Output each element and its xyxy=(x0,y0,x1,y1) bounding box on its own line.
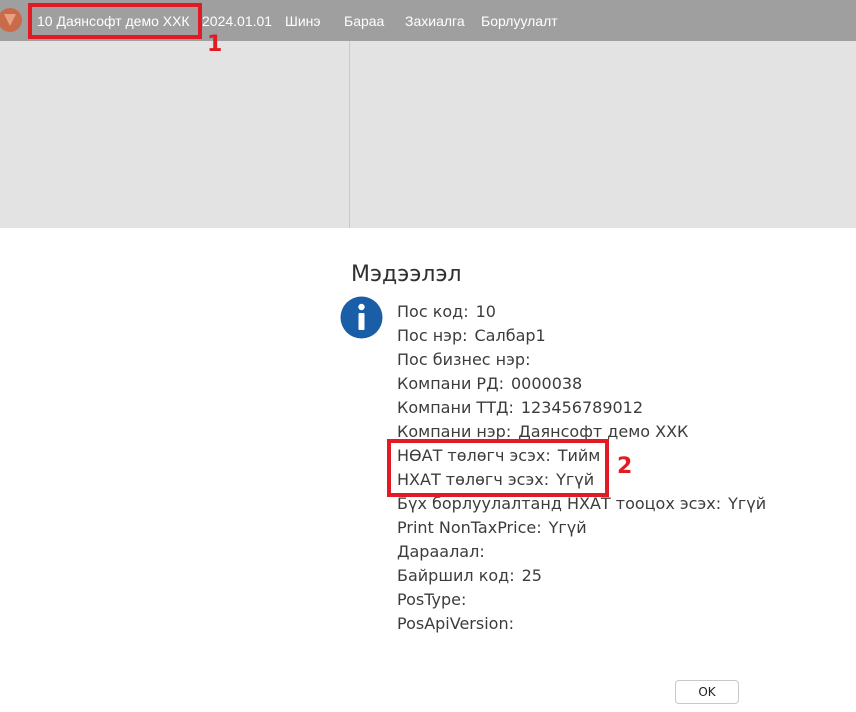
info-label: PosType: xyxy=(397,590,467,609)
menu-item-goods[interactable]: Бараа xyxy=(344,13,384,29)
info-row-company-reg: Компани РД: 0000038 xyxy=(397,374,766,398)
info-value: 25 xyxy=(521,566,542,585)
info-row-pos-business-name: Пос бизнес нэр: xyxy=(397,350,766,374)
info-label: Пос нэр: xyxy=(397,326,468,345)
info-value: Үгүй xyxy=(728,494,767,513)
info-label: Компани РД: xyxy=(397,374,504,393)
annotation-marker-1: 1 xyxy=(207,32,223,57)
menu-item-new[interactable]: Шинэ xyxy=(285,13,321,29)
current-date: 2024.01.01 xyxy=(202,13,273,29)
info-value: Үгүй xyxy=(548,518,587,537)
info-row-pos-code: Пос код: 10 xyxy=(397,302,766,326)
info-icon xyxy=(340,296,383,339)
info-label: Дараалал: xyxy=(397,542,485,561)
info-label: Пос бизнес нэр: xyxy=(397,350,531,369)
ok-button[interactable]: OK xyxy=(675,680,739,704)
info-row-pos-type: PosType: xyxy=(397,590,766,614)
annotation-box-1 xyxy=(28,3,202,39)
info-label: Пос код: xyxy=(397,302,469,321)
info-row-city-tax-all-sales: Бүх борлуулалтанд НХАТ тооцох эсэх: Үгүй xyxy=(397,494,766,518)
info-row-pos-name: Пос нэр: Салбар1 xyxy=(397,326,766,350)
info-row-print-nontax-price: Print NonTaxPrice: Үгүй xyxy=(397,518,766,542)
left-panel xyxy=(0,41,349,228)
info-label: PosApiVersion: xyxy=(397,614,514,633)
info-row-sequence: Дараалал: xyxy=(397,542,766,566)
right-panel xyxy=(350,41,856,228)
info-value: 0000038 xyxy=(510,374,583,393)
info-value: 123456789012 xyxy=(520,398,644,417)
info-value: Салбар1 xyxy=(474,326,546,345)
annotation-box-2 xyxy=(387,439,609,497)
info-label: Print NonTaxPrice: xyxy=(397,518,542,537)
dialog-title: Мэдээлэл xyxy=(351,261,462,287)
menu-item-orders[interactable]: Захиалга xyxy=(405,13,465,29)
info-row-pos-api-version: PosApiVersion: xyxy=(397,614,766,638)
info-label: Компани ТТД: xyxy=(397,398,514,417)
info-value: 10 xyxy=(475,302,496,321)
annotation-marker-2: 2 xyxy=(617,454,633,479)
info-label: Байршил код: xyxy=(397,566,515,585)
app-logo-icon[interactable] xyxy=(0,6,24,34)
menu-item-sales[interactable]: Борлуулалт xyxy=(481,13,558,29)
info-row-company-tin: Компани ТТД: 123456789012 xyxy=(397,398,766,422)
info-row-location-code: Байршил код: 25 xyxy=(397,566,766,590)
